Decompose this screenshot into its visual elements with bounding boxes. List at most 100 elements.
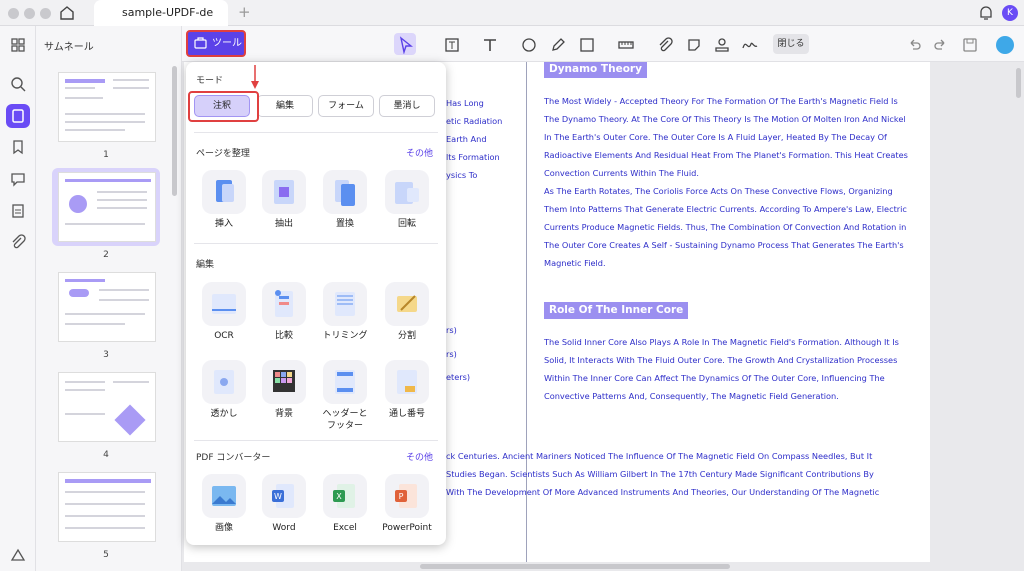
rotate-icon <box>395 182 419 204</box>
page-thumbnail-3[interactable] <box>58 272 156 342</box>
pencil-icon[interactable] <box>549 36 567 54</box>
comment-tool-icon[interactable] <box>520 36 538 54</box>
zoom-window-dot[interactable] <box>40 8 51 19</box>
compare-label: 比較 <box>274 331 293 341</box>
body-line: The Solid Inner Core Also Plays A Role I… <box>544 337 899 347</box>
mode-redact-button[interactable]: 墨消し <box>379 95 435 117</box>
thumbnail-scrollbar[interactable] <box>172 66 177 196</box>
body-line: As The Earth Rotates, The Coriolis Force… <box>544 186 893 196</box>
left-column-fragment: Has Long <box>446 98 484 108</box>
signature-icon[interactable] <box>741 36 759 54</box>
section-heading: Role Of The Inner Core <box>544 302 689 319</box>
ocr-icon <box>212 294 236 314</box>
page-thumbnail-4[interactable] <box>58 372 156 442</box>
form-icon[interactable] <box>9 202 27 220</box>
image-convert-tile[interactable] <box>202 474 246 518</box>
converter-more-link[interactable]: その他 <box>406 450 433 463</box>
left-rail <box>0 26 36 571</box>
excel-icon: X <box>333 484 355 508</box>
header-footer-label: ヘッダーと フッター <box>322 409 368 431</box>
compare-tile[interactable] <box>262 282 306 326</box>
bates-number-label: 通し番号 <box>388 409 425 419</box>
header-footer-tile[interactable] <box>323 360 367 404</box>
paperclip-icon[interactable] <box>656 36 674 54</box>
text-box-icon[interactable] <box>443 36 461 54</box>
minimize-window-dot[interactable] <box>24 8 35 19</box>
bell-icon[interactable] <box>978 4 994 22</box>
page-number: 2 <box>103 250 109 260</box>
grid-icon[interactable] <box>9 36 27 54</box>
split-tile[interactable] <box>385 282 429 326</box>
background-tile[interactable] <box>262 360 306 404</box>
tools-button[interactable]: ツール <box>186 30 246 57</box>
annotate-highlight-box <box>188 91 259 122</box>
attachment-icon[interactable] <box>9 233 27 251</box>
body-line: Radioactive Elements And Residual Heat F… <box>544 150 908 160</box>
extract-label: 抽出 <box>274 219 293 229</box>
word-convert-label: Word <box>272 523 296 533</box>
organize-more-link[interactable]: その他 <box>406 146 433 159</box>
left-column-fragment: rs) <box>446 349 457 359</box>
text-icon[interactable] <box>481 36 499 54</box>
extract-tile[interactable] <box>262 170 306 214</box>
bookmark-icon[interactable] <box>9 138 27 156</box>
bates-number-tile[interactable] <box>385 360 429 404</box>
svg-text:P: P <box>399 492 404 501</box>
shape-icon[interactable] <box>578 36 596 54</box>
comment-icon[interactable] <box>9 170 27 188</box>
close-window-dot[interactable] <box>8 8 19 19</box>
thumbnail-panel: サムネール 1 2 3 4 5 <box>36 26 182 571</box>
redo-icon[interactable] <box>931 36 949 54</box>
save-icon[interactable] <box>961 36 979 54</box>
new-tab-icon[interactable]: + <box>238 3 251 21</box>
document-tab[interactable]: sample-UPDF-de <box>94 0 228 26</box>
cursor-icon[interactable] <box>397 36 415 54</box>
undo-icon[interactable] <box>906 36 924 54</box>
ai-assistant-icon[interactable] <box>996 36 1014 54</box>
split-icon <box>397 295 417 312</box>
layers-icon[interactable] <box>9 546 27 564</box>
body-line: Magnetic Field. <box>544 258 606 268</box>
measure-icon[interactable] <box>617 36 635 54</box>
mode-edit-button[interactable]: 編集 <box>257 95 313 117</box>
avatar[interactable]: K <box>1002 5 1018 21</box>
thumbnails-icon[interactable] <box>6 104 30 128</box>
page-number: 4 <box>103 450 109 460</box>
watermark-icon <box>214 370 234 394</box>
left-column-fragment: Earth And <box>446 134 487 144</box>
home-icon[interactable] <box>58 4 76 22</box>
divider <box>194 132 438 133</box>
powerpoint-convert-tile[interactable]: P <box>385 474 429 518</box>
bates-number-icon <box>397 370 417 394</box>
background-label: 背景 <box>274 409 293 419</box>
body-line: Solid, It Interacts With The Fluid Outer… <box>544 355 898 365</box>
replace-tile[interactable] <box>323 170 367 214</box>
horizontal-scrollbar[interactable] <box>420 564 730 569</box>
body-line: The Dynamo Theory. At The Core Of This T… <box>544 114 906 124</box>
excel-convert-tile[interactable]: X <box>323 474 367 518</box>
crop-tile[interactable] <box>323 282 367 326</box>
excel-convert-label: Excel <box>333 523 357 533</box>
body-line: With The Development Of More Advanced In… <box>446 487 880 497</box>
body-line: The Most Widely - Accepted Theory For Th… <box>544 96 898 106</box>
page-thumbnail-2[interactable] <box>58 172 156 242</box>
page-thumbnail-1[interactable] <box>58 72 156 142</box>
page-number: 3 <box>103 350 109 360</box>
word-convert-tile[interactable]: W <box>262 474 306 518</box>
ocr-tile[interactable] <box>202 282 246 326</box>
toolbox-icon <box>194 37 207 49</box>
converter-section-label: PDF コンバーター <box>196 453 271 463</box>
title-bar: sample-UPDF-de + K <box>0 0 1024 26</box>
watermark-tile[interactable] <box>202 360 246 404</box>
insert-tile[interactable] <box>202 170 246 214</box>
background-icon <box>273 370 295 392</box>
close-toolbar-button[interactable]: 閉じる <box>773 34 809 54</box>
mode-form-button[interactable]: フォーム <box>318 95 374 117</box>
mode-section-label: モード <box>196 76 224 86</box>
search-icon[interactable] <box>9 75 27 93</box>
rotate-tile[interactable] <box>385 170 429 214</box>
vertical-scrollbar[interactable] <box>1016 68 1021 98</box>
page-thumbnail-5[interactable] <box>58 472 156 542</box>
stamp-icon[interactable] <box>713 36 731 54</box>
sticker-icon[interactable] <box>685 36 703 54</box>
